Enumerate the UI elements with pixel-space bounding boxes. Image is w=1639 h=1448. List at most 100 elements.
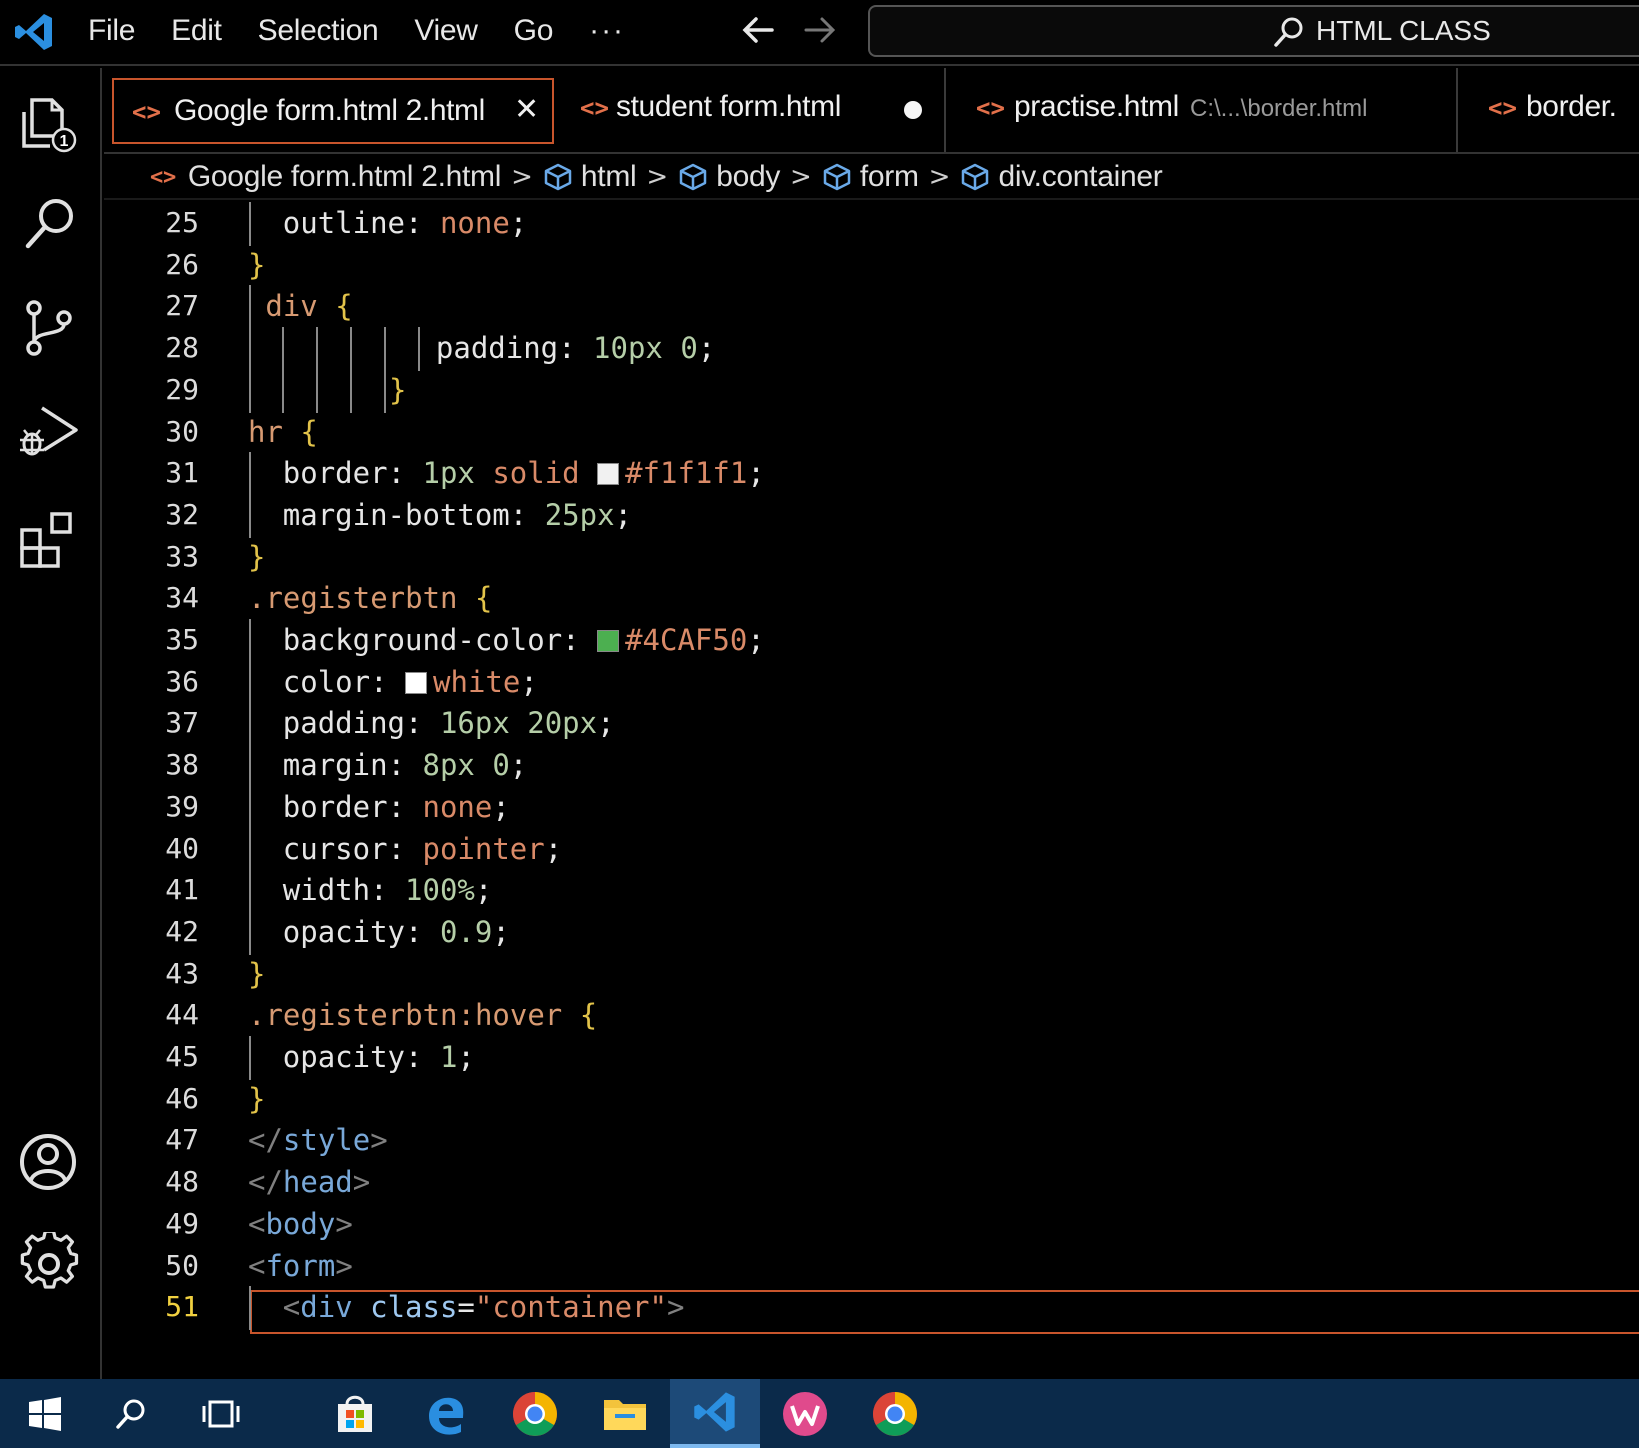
indent-guide [249, 452, 251, 496]
indent-guide [282, 369, 284, 413]
arrow-right-icon[interactable] [800, 10, 840, 50]
menu-more-button[interactable]: ··· [589, 14, 625, 48]
tab-border[interactable]: <> border. [1460, 68, 1639, 152]
code-line[interactable]: 36 color: white; [104, 661, 1639, 706]
line-number: 37 [165, 706, 199, 739]
code-token: none [422, 790, 493, 824]
code-line[interactable]: 47 </style> [104, 1121, 1639, 1164]
code-token: < [248, 1249, 266, 1283]
close-icon[interactable]: ✕ [514, 92, 539, 127]
code-line[interactable]: 30 hr { [104, 413, 1639, 456]
search-icon[interactable] [18, 192, 84, 258]
wps-office-icon[interactable] [760, 1379, 850, 1448]
breadcrumb-body[interactable]: body [678, 160, 780, 194]
code-line[interactable]: 25 outline: none; [104, 202, 1639, 247]
indent-guide [249, 369, 251, 413]
tab-google-form[interactable]: <> Google form.html 2.html ✕ [112, 78, 554, 144]
color-swatch[interactable] [597, 630, 620, 652]
indent-guide [249, 1036, 251, 1080]
code-token: 1px [422, 456, 493, 490]
code-line[interactable]: 45 opacity: 1; [104, 1036, 1639, 1081]
code-line[interactable]: 44 .registerbtn:hover { [104, 996, 1639, 1039]
run-debug-icon[interactable] [18, 400, 84, 466]
chrome-icon[interactable] [850, 1379, 940, 1448]
code-text: .registerbtn { [248, 581, 492, 615]
menu-view[interactable]: View [414, 14, 478, 48]
code-token: color [282, 665, 371, 699]
accounts-icon[interactable] [18, 1130, 84, 1196]
extensions-icon[interactable] [18, 506, 84, 572]
source-control-icon[interactable] [18, 296, 84, 362]
code-token: : [387, 456, 423, 490]
unsaved-dot-icon[interactable] [904, 101, 922, 119]
indent-guide [249, 911, 251, 955]
code-line[interactable]: 43} [104, 955, 1639, 998]
code-line[interactable]: 37 padding: 16px 20px; [104, 702, 1639, 747]
code-line[interactable]: 41 width: 100%; [104, 869, 1639, 914]
vscode-logo-icon[interactable] [12, 10, 56, 54]
edge-legacy-icon[interactable] [400, 1379, 490, 1448]
search-icon[interactable] [86, 1379, 176, 1448]
code-token: ; [474, 873, 493, 907]
tab-student-form[interactable]: <> student form.html [564, 68, 946, 152]
color-swatch[interactable] [597, 463, 620, 485]
line-number: 45 [165, 1040, 199, 1073]
code-line[interactable]: 48 </head> [104, 1163, 1639, 1206]
code-token: { [579, 998, 598, 1032]
code-line[interactable]: 46} [104, 1080, 1639, 1123]
breadcrumb-separator: > [928, 162, 951, 192]
breadcrumb-form[interactable]: form [822, 160, 919, 194]
code-token: : [387, 790, 423, 824]
menu-selection[interactable]: Selection [258, 14, 379, 48]
settings-gear-icon[interactable] [18, 1232, 84, 1298]
command-center-search[interactable]: HTML CLASS [868, 5, 1639, 57]
chrome-icon[interactable] [490, 1379, 580, 1448]
breadcrumb-div-container[interactable]: div.container [960, 160, 1163, 194]
code-line[interactable]: 29} [104, 369, 1639, 414]
code-line[interactable]: 50 <form> [104, 1247, 1639, 1290]
menu-edit[interactable]: Edit [171, 14, 222, 48]
code-token: ; [747, 623, 765, 657]
code-line[interactable]: 32 margin-bottom: 25px; [104, 494, 1639, 539]
code-token: #f1f1f1 [625, 456, 748, 490]
code-line[interactable]: 38 margin: 8px 0; [104, 744, 1639, 789]
line-number: 49 [165, 1207, 199, 1240]
code-line[interactable]: 34 .registerbtn { [104, 579, 1639, 622]
code-line[interactable]: 49 <body> [104, 1205, 1639, 1248]
windows-start-icon[interactable] [0, 1379, 90, 1448]
breadcrumb-html[interactable]: html [543, 160, 637, 194]
tab-practise[interactable]: <> practise.html C:\...\border.html [948, 68, 1458, 152]
code-line[interactable]: 31 border: 1px solid #f1f1f1; [104, 452, 1639, 497]
task-view-icon[interactable] [176, 1379, 266, 1448]
line-number: 50 [165, 1249, 199, 1282]
menu-go[interactable]: Go [514, 14, 554, 48]
indent-guide [316, 369, 318, 413]
explorer-icon[interactable]: 1 [18, 90, 84, 156]
code-line[interactable]: 27 div { [104, 285, 1639, 330]
line-number: 41 [165, 873, 199, 906]
code-token: : [558, 331, 594, 365]
arrow-left-icon[interactable] [738, 10, 778, 50]
indent-guide [249, 869, 251, 913]
menu-file[interactable]: File [88, 14, 135, 48]
code-line[interactable]: 42 opacity: 0.9; [104, 911, 1639, 956]
code-token: > [335, 1207, 353, 1241]
code-token: : [405, 706, 440, 740]
code-text: opacity: 0.9; [283, 915, 510, 949]
code-line[interactable]: 26} [104, 246, 1639, 289]
code-line[interactable]: 35 background-color: #4CAF50; [104, 619, 1639, 664]
code-line[interactable]: 40 cursor: pointer; [104, 828, 1639, 873]
breadcrumb-file[interactable]: <> Google form.html 2.html [150, 160, 501, 194]
code-line[interactable]: 28 padding: 10px 0; [104, 327, 1639, 372]
indent-guide [249, 828, 251, 872]
code-line[interactable]: 33} [104, 538, 1639, 581]
code-token: body [265, 1207, 336, 1241]
vscode-icon[interactable] [670, 1379, 760, 1448]
indent-guide [249, 744, 251, 788]
microsoft-store-icon[interactable] [310, 1379, 400, 1448]
code-editor[interactable]: 25 outline: none; 26} 27 div {28 padding: 10p… [104, 202, 1639, 1379]
code-line[interactable]: 39 border: none; [104, 786, 1639, 831]
file-explorer-icon[interactable] [580, 1379, 670, 1448]
code-line[interactable]: 51 <div class="container"> [104, 1286, 1639, 1331]
color-swatch[interactable] [405, 672, 428, 694]
